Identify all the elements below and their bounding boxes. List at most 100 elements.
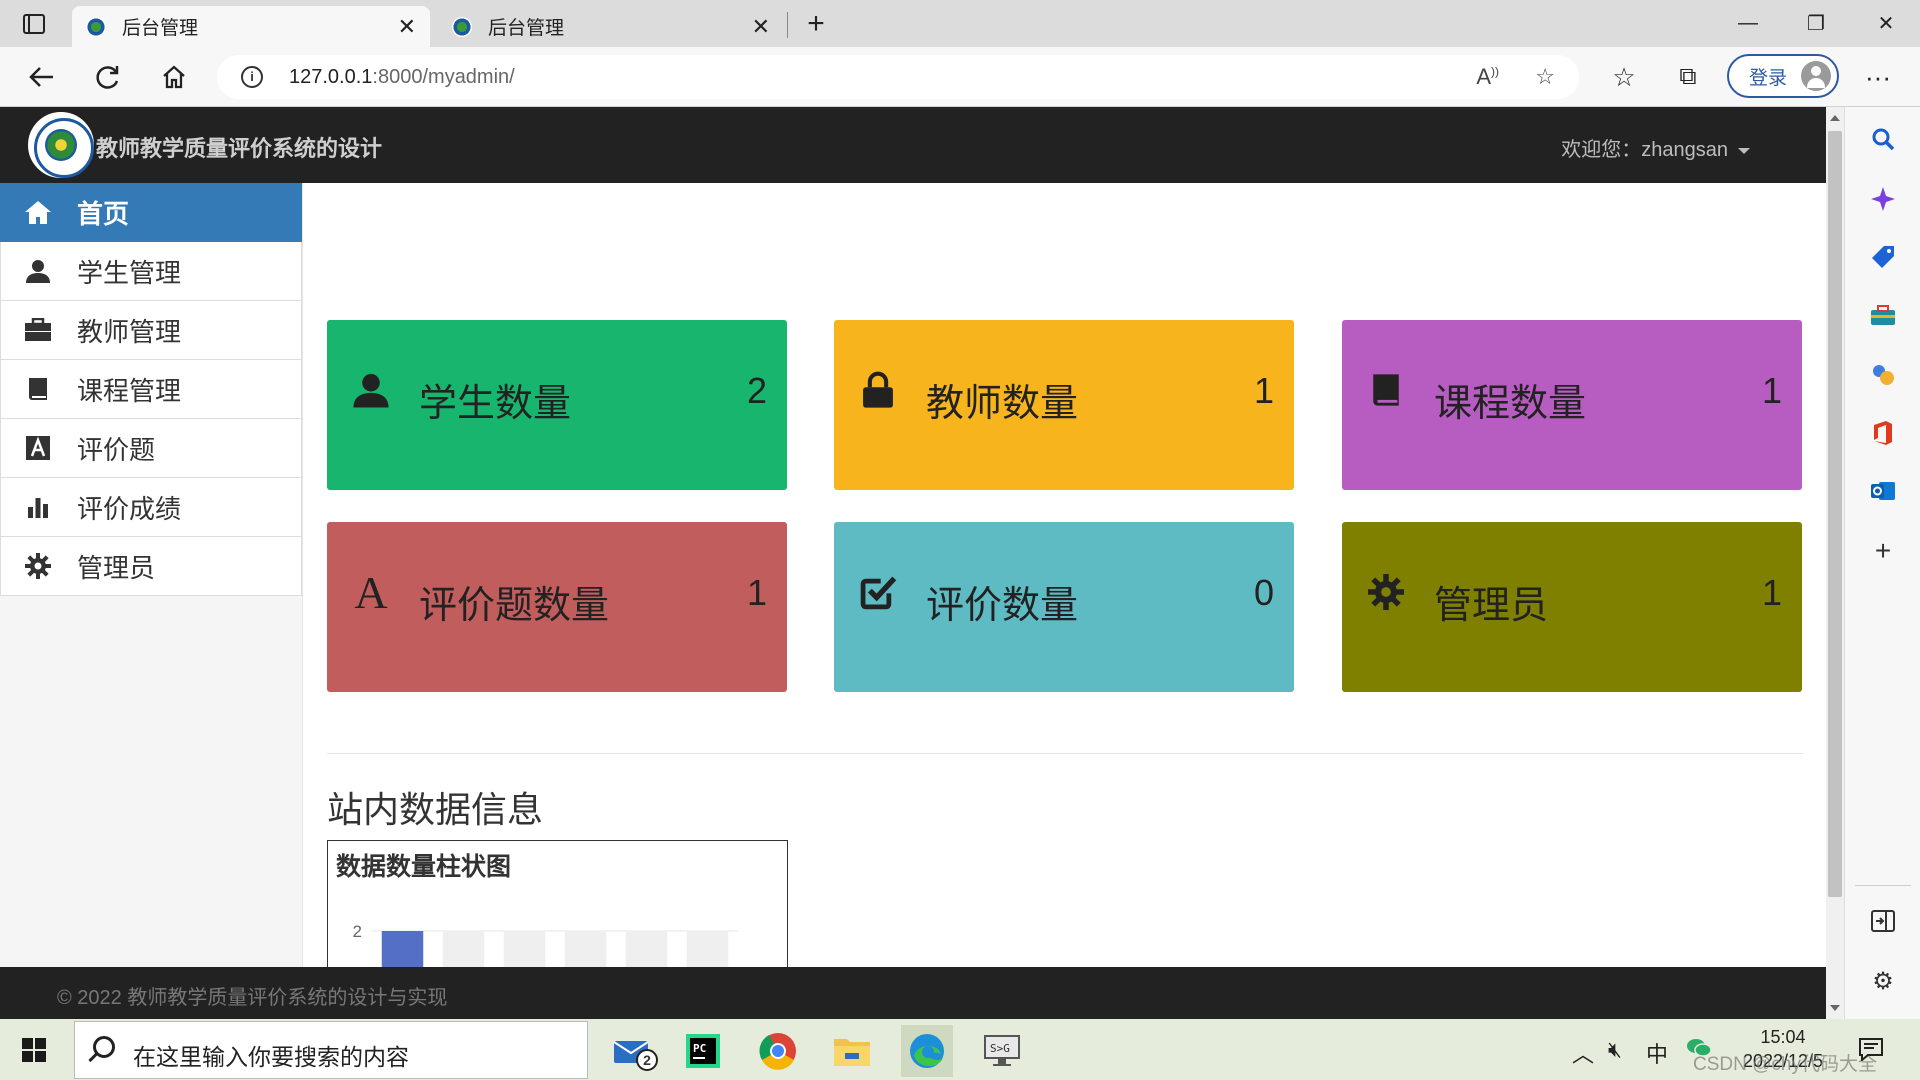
refresh-button[interactable] bbox=[88, 58, 128, 96]
favorites-button[interactable]: ☆ bbox=[1604, 58, 1644, 96]
search-placeholder: 在这里输入你要搜索的内容 bbox=[133, 1044, 409, 1070]
home-outline-icon bbox=[163, 65, 185, 89]
stat-card-admins[interactable]: 管理员 1 bbox=[1342, 522, 1802, 692]
stat-card-evaluations[interactable]: 评价数量 0 bbox=[834, 522, 1294, 692]
page-scrollbar[interactable] bbox=[1826, 107, 1844, 1019]
remote-desktop-icon[interactable]: S>G bbox=[976, 1025, 1028, 1077]
stat-card-label: 教师数量 bbox=[926, 383, 1079, 425]
scroll-down-icon[interactable] bbox=[1830, 1005, 1840, 1011]
stat-card-teachers[interactable]: 教师数量 1 bbox=[834, 320, 1294, 490]
back-arrow-icon bbox=[29, 67, 53, 87]
mail-app-icon[interactable]: 2 bbox=[606, 1025, 658, 1077]
read-aloud-icon[interactable]: A)) bbox=[1476, 64, 1499, 90]
edge-sidebar: + ⚙ bbox=[1844, 107, 1920, 1019]
sidebar-item-label: 管理员 bbox=[77, 552, 156, 583]
tab-title: 后台管理 bbox=[122, 18, 199, 39]
back-button[interactable] bbox=[22, 58, 62, 96]
stat-card-value: 1 bbox=[1761, 370, 1782, 411]
restore-button[interactable]: ❐ bbox=[1793, 8, 1839, 38]
chrome-app-icon[interactable] bbox=[752, 1025, 804, 1077]
site-favicon-icon bbox=[86, 16, 106, 37]
stat-card-value: 2 bbox=[746, 370, 767, 411]
profile-login-button[interactable]: 登录 bbox=[1727, 54, 1839, 98]
tray-overflow-icon[interactable]: ︿ bbox=[1572, 1037, 1594, 1069]
csdn-watermark: CSDN @chy代码大全 bbox=[1693, 1054, 1877, 1075]
outlook-icon[interactable] bbox=[1869, 477, 1897, 505]
edge-app-icon[interactable] bbox=[901, 1025, 953, 1077]
welcome-text: 欢迎您：zhangsan bbox=[1561, 139, 1728, 161]
user-icon bbox=[349, 368, 393, 412]
main-content: 学生数量 2 教师数量 1 课程数量 1 A 评价题数量 1 评价数量 0 管理… bbox=[303, 183, 1826, 1019]
new-tab-button[interactable]: + bbox=[800, 8, 832, 40]
briefcase-icon bbox=[23, 315, 53, 345]
hide-sidebar-icon[interactable] bbox=[1869, 907, 1897, 935]
home-button[interactable] bbox=[154, 58, 194, 96]
page-viewport: 教师教学质量评价系统的设计 欢迎您：zhangsan 首页 学生管理 教师管理 … bbox=[0, 107, 1826, 1019]
sidebar-item-label: 评价题 bbox=[77, 434, 156, 465]
sidebar-settings-icon[interactable]: ⚙ bbox=[1869, 967, 1897, 995]
user-icon bbox=[23, 256, 53, 286]
stat-card-questions[interactable]: A 评价题数量 1 bbox=[327, 522, 787, 692]
mail-badge: 2 bbox=[636, 1049, 658, 1071]
browser-tab-strip: 后台管理 ✕ 后台管理 ✕ + — ❐ ✕ bbox=[0, 0, 1920, 47]
pycharm-app-icon[interactable]: PC bbox=[677, 1025, 729, 1077]
sidebar-item-admins[interactable]: 管理员 bbox=[0, 537, 302, 596]
shopping-tag-icon[interactable] bbox=[1869, 243, 1897, 271]
collections-button[interactable]: ⧉ bbox=[1668, 58, 1708, 96]
office-icon[interactable] bbox=[1869, 419, 1897, 447]
user-menu-toggle[interactable]: 欢迎您：zhangsan bbox=[1561, 133, 1750, 162]
minimize-button[interactable]: — bbox=[1725, 8, 1771, 38]
file-explorer-icon[interactable] bbox=[826, 1025, 878, 1077]
add-sidebar-app-icon[interactable]: + bbox=[1869, 535, 1897, 566]
add-favorite-icon[interactable]: ☆ bbox=[1535, 64, 1555, 90]
book-icon bbox=[23, 374, 53, 404]
stat-card-label: 课程数量 bbox=[1434, 383, 1587, 425]
tools-icon[interactable] bbox=[1869, 301, 1897, 329]
svg-text:S>G: S>G bbox=[990, 1042, 1010, 1055]
footer-text: © 2022 教师教学质量评价系统的设计与实现 bbox=[57, 987, 448, 1009]
book-icon bbox=[1364, 368, 1408, 412]
windows-start-icon[interactable] bbox=[22, 1038, 46, 1062]
address-bar[interactable]: i 127.0.0.1:8000/myadmin/ A)) ☆ bbox=[217, 55, 1579, 99]
ime-indicator[interactable]: 中 bbox=[1646, 1037, 1668, 1069]
notification-icon[interactable] bbox=[1858, 1037, 1884, 1067]
stat-card-value: 0 bbox=[1253, 572, 1274, 613]
brand-title[interactable]: 教师教学质量评价系统的设计 bbox=[96, 131, 382, 163]
site-favicon-icon bbox=[452, 16, 472, 37]
tab-actions-icon bbox=[23, 14, 45, 34]
games-icon[interactable] bbox=[1869, 361, 1897, 389]
sidebar-item-courses[interactable]: 课程管理 bbox=[0, 360, 302, 419]
sidebar-item-questions[interactable]: 评价题 bbox=[0, 419, 302, 478]
browser-tab-2[interactable]: 后台管理 ✕ bbox=[438, 6, 784, 47]
login-label: 登录 bbox=[1749, 67, 1788, 89]
url-host: 127.0.0.1 bbox=[289, 66, 373, 88]
close-window-button[interactable]: ✕ bbox=[1863, 8, 1909, 38]
sidebar: 首页 学生管理 教师管理 课程管理 评价题 评价成绩 管理员 bbox=[0, 183, 303, 1019]
stat-card-courses[interactable]: 课程数量 1 bbox=[1342, 320, 1802, 490]
scrollbar-thumb[interactable] bbox=[1828, 131, 1842, 897]
sidebar-item-label: 教师管理 bbox=[77, 316, 182, 347]
taskbar-search-box[interactable]: 在这里输入你要搜索的内容 bbox=[74, 1021, 588, 1079]
stat-card-students[interactable]: 学生数量 2 bbox=[327, 320, 787, 490]
sidebar-item-teachers[interactable]: 教师管理 bbox=[0, 301, 302, 360]
scroll-up-icon[interactable] bbox=[1830, 115, 1840, 121]
browser-tab-1[interactable]: 后台管理 ✕ bbox=[72, 6, 430, 47]
sidebar-item-students[interactable]: 学生管理 bbox=[0, 242, 302, 301]
copilot-sparkle-icon[interactable] bbox=[1869, 185, 1897, 213]
site-info-icon[interactable]: i bbox=[241, 66, 263, 88]
sidebar-item-scores[interactable]: 评价成绩 bbox=[0, 478, 302, 537]
edge-sidebar-divider bbox=[1855, 885, 1911, 886]
tab-close-icon[interactable]: ✕ bbox=[752, 14, 770, 40]
search-icon[interactable] bbox=[1869, 125, 1897, 153]
url-path: :8000/myadmin/ bbox=[372, 66, 515, 88]
admin-header: 教师教学质量评价系统的设计 欢迎您：zhangsan bbox=[0, 107, 1826, 183]
tab-close-icon[interactable]: ✕ bbox=[398, 14, 416, 40]
sidebar-item-label: 学生管理 bbox=[77, 257, 182, 288]
stat-card-label: 评价题数量 bbox=[419, 585, 610, 627]
stat-card-value: 1 bbox=[746, 572, 767, 613]
more-menu-button[interactable]: ··· bbox=[1858, 58, 1898, 96]
tab-actions-button[interactable] bbox=[18, 11, 50, 37]
volume-muted-icon[interactable]: 🔇︎ bbox=[1608, 1037, 1622, 1063]
more-icon: ··· bbox=[1865, 61, 1891, 92]
sidebar-item-home[interactable]: 首页 bbox=[0, 183, 302, 242]
